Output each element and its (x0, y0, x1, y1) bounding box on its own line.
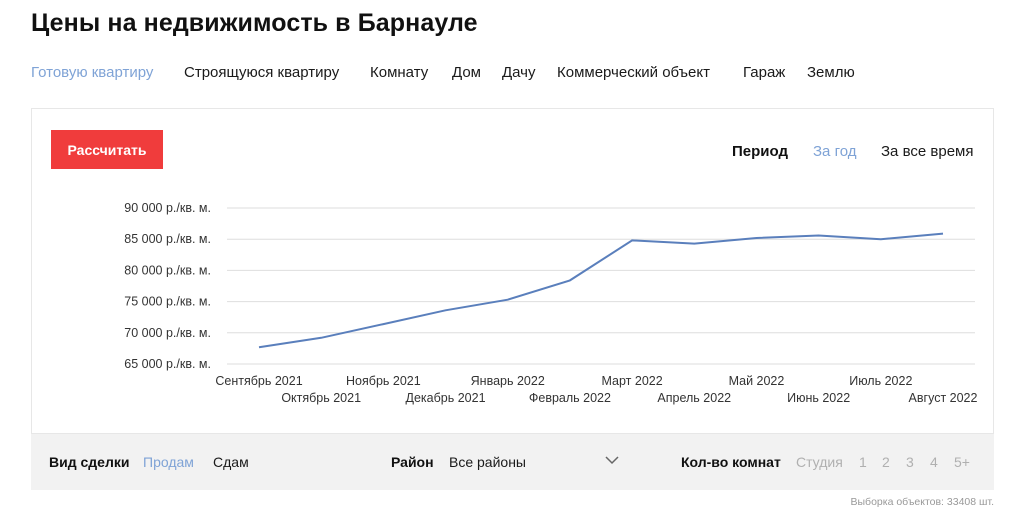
tab-ready-apartment[interactable]: Готовую квартиру (31, 64, 153, 81)
y-tick-label: 75 000 р./кв. м. (124, 295, 211, 309)
x-tick-label: Июль 2022 (849, 374, 912, 388)
x-tick-label: Апрель 2022 (657, 391, 731, 405)
filters-bar: Вид сделки Продам Сдам Район Все районы … (31, 434, 994, 490)
district-label: Район (391, 454, 434, 470)
tab-land[interactable]: Землю (807, 64, 855, 81)
district-select-value: Все районы (449, 454, 526, 470)
price-chart: 90 000 р./кв. м. 85 000 р./кв. м. 80 000 р… (124, 201, 978, 405)
tab-commercial[interactable]: Коммерческий объект (557, 64, 710, 81)
x-tick-label: Октябрь 2021 (281, 391, 361, 405)
chevron-down-icon (605, 456, 619, 465)
district-select[interactable]: Все районы (449, 453, 623, 473)
deal-type-rent[interactable]: Сдам (213, 454, 249, 470)
x-tick-label: Декабрь 2021 (406, 391, 486, 405)
rooms-option-3[interactable]: 3 (906, 454, 914, 470)
rooms-option-1[interactable]: 1 (859, 454, 867, 470)
x-tick-label: Август 2022 (909, 391, 978, 405)
deal-type-label: Вид сделки (49, 454, 130, 470)
chart-card: Рассчитать Период За год За все время 90… (31, 108, 994, 434)
tab-house[interactable]: Дом (452, 64, 481, 81)
y-tick-label: 70 000 р./кв. м. (124, 326, 211, 340)
rooms-option-5plus[interactable]: 5+ (954, 454, 970, 470)
x-tick-label: Сентябрь 2021 (215, 374, 302, 388)
tab-new-apartment[interactable]: Строящуюся квартиру (184, 64, 339, 81)
tab-room[interactable]: Комнату (370, 64, 428, 81)
x-tick-label: Июнь 2022 (787, 391, 850, 405)
series-line (258, 232, 944, 349)
tab-dacha[interactable]: Дачу (502, 64, 536, 81)
x-tick-label: Январь 2022 (471, 374, 545, 388)
y-tick-label: 80 000 р./кв. м. (124, 263, 211, 277)
x-tick-label: Ноябрь 2021 (346, 374, 421, 388)
deal-type-sell[interactable]: Продам (143, 454, 194, 470)
rooms-option-2[interactable]: 2 (882, 454, 890, 470)
y-tick-label: 65 000 р./кв. м. (124, 357, 211, 371)
rooms-option-4[interactable]: 4 (930, 454, 938, 470)
rooms-option-studio[interactable]: Студия (796, 454, 843, 470)
rooms-label: Кол-во комнат (681, 454, 781, 470)
x-tick-label: Май 2022 (729, 374, 785, 388)
x-tick-label: Февраль 2022 (529, 391, 611, 405)
tab-garage[interactable]: Гараж (743, 64, 785, 81)
y-tick-label: 90 000 р./кв. м. (124, 201, 211, 215)
y-tick-label: 85 000 р./кв. м. (124, 232, 211, 246)
page-title: Цены на недвижимость в Барнауле (31, 9, 478, 37)
x-tick-label: Март 2022 (601, 374, 662, 388)
sample-count: Выборка объектов: 33408 шт. (850, 496, 995, 508)
